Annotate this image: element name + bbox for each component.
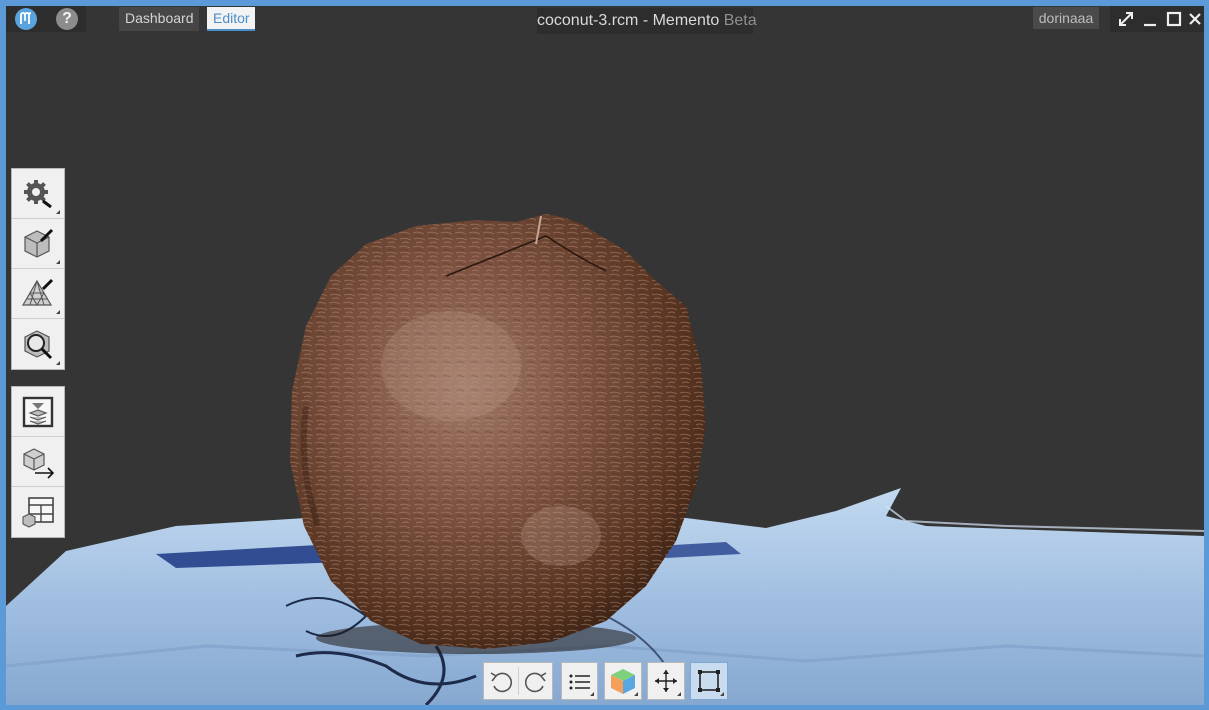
window-title-text: coconut-3.rcm - Memento <box>537 12 720 29</box>
wireframe-edit-icon <box>21 278 54 306</box>
app-window: ? Dashboard Editor coconut-3.rcm - Memen… <box>0 0 1209 710</box>
help-icon[interactable]: ? <box>56 8 78 30</box>
logo-block: ? <box>6 6 86 32</box>
print-icon <box>22 396 54 428</box>
3d-scene[interactable] <box>6 6 1204 705</box>
select-box-icon <box>698 670 720 692</box>
window-controls <box>1110 6 1204 32</box>
3d-viewport[interactable]: ? Dashboard Editor coconut-3.rcm - Memen… <box>6 6 1204 705</box>
export-icon <box>23 448 55 479</box>
maximize-icon[interactable] <box>1164 9 1184 29</box>
window-title: coconut-3.rcm - Memento Beta <box>537 8 757 34</box>
tab-editor[interactable]: Editor <box>207 7 255 31</box>
cube-view-button[interactable] <box>604 662 642 700</box>
cube-view-icon <box>611 669 635 694</box>
undo-icon[interactable] <box>488 669 514 695</box>
print-tool-button[interactable] <box>12 387 64 437</box>
settings-icon <box>24 180 52 209</box>
select-box-button[interactable] <box>690 662 728 700</box>
redo-icon[interactable] <box>523 669 549 695</box>
left-toolbar-group-1 <box>11 168 65 370</box>
move-icon <box>655 670 677 692</box>
memento-logo-icon[interactable] <box>15 8 37 30</box>
close-icon[interactable] <box>1185 9 1204 29</box>
move-button[interactable] <box>647 662 685 700</box>
settings-tool-button[interactable] <box>12 169 64 219</box>
tab-dashboard[interactable]: Dashboard <box>119 7 199 31</box>
fullscreen-icon[interactable] <box>1116 9 1136 29</box>
list-button[interactable] <box>561 662 598 700</box>
window-title-beta: Beta <box>719 12 757 29</box>
layout-tool-button[interactable] <box>12 487 64 537</box>
mesh-edit-icon <box>24 228 54 258</box>
mesh-analyze-icon <box>24 330 53 360</box>
export-tool-button[interactable] <box>12 437 64 487</box>
left-toolbar-group-2 <box>11 386 65 538</box>
title-bar: ? Dashboard Editor coconut-3.rcm - Memen… <box>6 6 1204 36</box>
minimize-icon[interactable] <box>1140 9 1160 29</box>
mesh-analyze-tool-button[interactable] <box>12 319 64 369</box>
wireframe-edit-tool-button[interactable] <box>12 269 64 319</box>
undo-redo-group <box>483 662 553 700</box>
user-badge[interactable]: dorinaaa <box>1033 7 1099 29</box>
mesh-edit-tool-button[interactable] <box>12 219 64 269</box>
layout-icon <box>22 497 54 528</box>
